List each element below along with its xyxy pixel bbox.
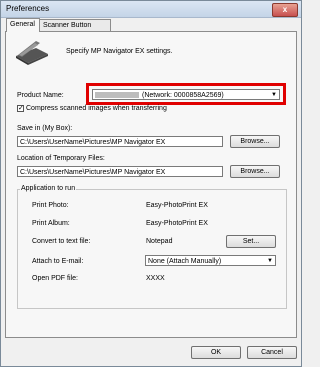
print-photo-label: Print Photo: <box>32 202 69 209</box>
check-icon: ✓ <box>18 105 24 112</box>
print-album-label: Print Album: <box>32 220 70 227</box>
open-pdf-label: Open PDF file: <box>32 275 78 282</box>
scanner-icon <box>16 41 48 65</box>
attach-email-dropdown[interactable]: None (Attach Manually) ▼ <box>145 255 276 266</box>
convert-text-label: Convert to text file: <box>32 238 91 245</box>
general-panel: Specify MP Navigator EX settings. Produc… <box>5 31 297 338</box>
save-in-browse-button[interactable]: Browse... <box>230 135 280 148</box>
convert-text-value: Notepad <box>146 238 173 245</box>
compress-label: Compress scanned images when transferrin… <box>26 105 167 112</box>
application-group-legend: Application to run <box>20 185 77 192</box>
print-album-value: Easy-PhotoPrint EX <box>146 220 208 227</box>
compress-checkbox[interactable]: ✓ <box>17 105 24 112</box>
product-name-label: Product Name: <box>17 92 64 99</box>
preferences-window: Preferences x General Scanner Button Set… <box>0 0 302 367</box>
close-icon: x <box>282 5 288 14</box>
window-title: Preferences <box>6 4 50 13</box>
temp-files-field[interactable]: C:\Users\UserName\Pictures\MP Navigator … <box>17 166 223 177</box>
title-bar[interactable]: Preferences x <box>1 1 301 18</box>
save-in-field[interactable]: C:\Users\UserName\Pictures\MP Navigator … <box>17 136 223 147</box>
set-button[interactable]: Set... <box>226 235 276 248</box>
tab-general[interactable]: General <box>6 18 40 32</box>
chevron-down-icon: ▼ <box>267 258 273 264</box>
ok-button[interactable]: OK <box>191 346 241 359</box>
open-pdf-value: XXXX <box>146 275 165 282</box>
temp-files-browse-button[interactable]: Browse... <box>230 165 280 178</box>
print-photo-value: Easy-PhotoPrint EX <box>146 202 208 209</box>
close-button[interactable]: x <box>272 3 298 17</box>
intro-text: Specify MP Navigator EX settings. <box>66 48 173 55</box>
save-in-label: Save in (My Box): <box>17 125 73 132</box>
temp-files-label: Location of Temporary Files: <box>17 155 105 162</box>
highlight-box <box>86 83 286 105</box>
attach-email-label: Attach to E-mail: <box>32 258 84 265</box>
cancel-button[interactable]: Cancel <box>247 346 297 359</box>
tab-scanner-button-settings[interactable]: Scanner Button Settings <box>39 19 111 41</box>
